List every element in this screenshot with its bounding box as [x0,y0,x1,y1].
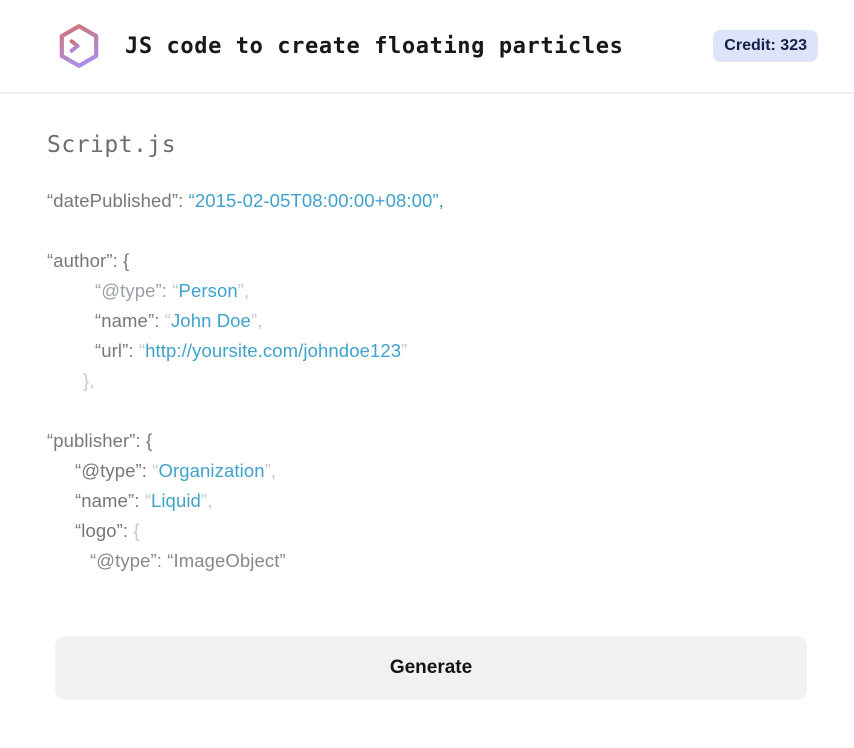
code-token-key: “url”: [95,340,139,361]
code-token-punct: { [133,520,140,541]
credit-badge: Credit: 323 [713,30,818,62]
code-token-key: “logo”: [75,520,134,541]
code-line: “author”: { [47,246,807,276]
prompt-chevron-icon [69,39,80,53]
code-line: “@type”: “Organization”, [47,456,807,486]
code-token-punct: ” [401,340,408,361]
footer: Generate [0,636,854,700]
code-token-punct: ”, [264,460,277,481]
code-line: “datePublished”: “2015-02-05T08:00:00+08… [47,186,807,216]
code-token-value: Person [178,280,238,301]
code-token-key: “datePublished”: [47,190,189,211]
code-line: }, [47,366,807,396]
code-line: “name”: “Liquid”, [47,486,807,516]
code-token-key: “publisher”: { [47,430,153,451]
code-token-key: “name”: [95,310,165,331]
code-block: “datePublished”: “2015-02-05T08:00:00+08… [47,186,807,576]
code-token-key: “author”: { [47,250,130,271]
main-content: Script.js “datePublished”: “2015-02-05T0… [0,94,854,576]
app-header: JS code to create floating particles Cre… [0,0,854,94]
code-line: “name”: “John Doe”, [47,306,807,336]
code-lines: “datePublished”: “2015-02-05T08:00:00+08… [47,186,807,576]
terminal-hexagon-logo-icon [55,20,103,72]
code-token-value: http://yoursite.com/johndoe123 [145,340,402,361]
code-line: “@type”: “ImageObject” [47,546,807,576]
generate-button[interactable]: Generate [55,636,807,700]
code-token-value: John Doe [170,310,251,331]
code-token-punct: ”, [250,310,263,331]
code-token-value: Liquid [150,490,201,511]
code-token-key: “@type”: [75,460,153,481]
code-line: “@type”: “Person”, [47,276,807,306]
code-token-punct: }, [83,370,95,391]
code-token-muted: “@type”: [95,280,173,301]
code-token-key: “name”: [75,490,145,511]
code-token-soft: “@type”: “ImageObject” [90,550,286,571]
code-line: “url”: “http://yoursite.com/johndoe123” [47,336,807,366]
page-title: JS code to create floating particles [125,33,624,59]
code-token-value: “2015-02-05T08:00:00+08:00”, [188,190,444,211]
script-filename: Script.js [47,132,177,158]
code-token-punct: ”, [237,280,250,301]
code-token-value: Organization [158,460,265,481]
code-line: “publisher”: { [47,426,807,456]
code-token-punct: ”, [200,490,213,511]
code-line: “logo”: { [47,516,807,546]
